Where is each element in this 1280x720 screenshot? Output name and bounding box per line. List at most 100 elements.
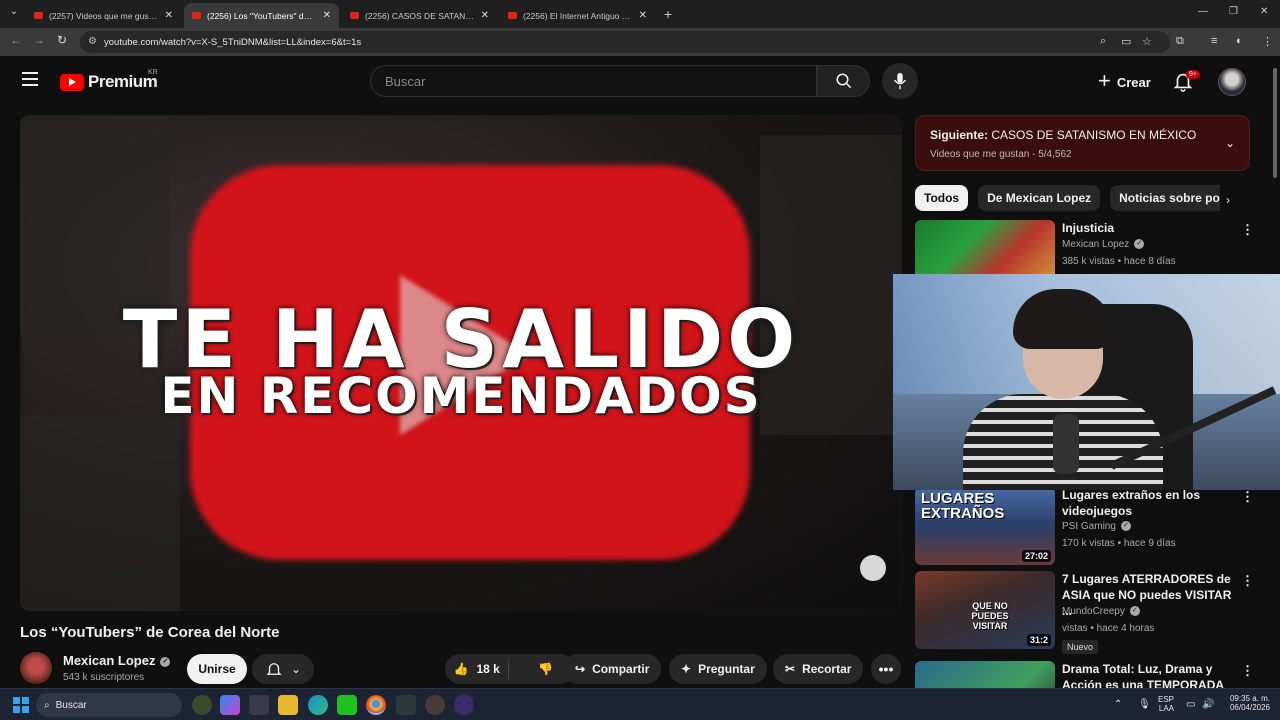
channel-avatar[interactable] <box>20 652 52 684</box>
youtube-premium-logo[interactable]: Premium <box>60 72 158 92</box>
taskbar-app-icon[interactable] <box>454 695 474 715</box>
close-icon[interactable]: ✕ <box>323 10 331 21</box>
reading-list-icon[interactable]: ≡ <box>1211 35 1217 47</box>
network-icon[interactable]: ▭ <box>1186 699 1195 710</box>
scrollbar-thumb[interactable] <box>1273 68 1277 178</box>
microphone-icon <box>894 72 906 90</box>
filter-chips: Todos De Mexican Lopez Noticias sobre po… <box>915 185 1220 211</box>
reload-icon[interactable]: ↻ <box>57 33 67 47</box>
verified-icon: ✓ <box>1120 521 1131 532</box>
webcam-microphone <box>1053 414 1079 474</box>
more-vertical-icon[interactable]: ⋮ <box>1241 663 1254 679</box>
taskbar-app-green-icon[interactable] <box>337 695 357 715</box>
chrome-icon[interactable] <box>366 695 386 715</box>
channel-name[interactable]: Mexican Lopez ✓ <box>63 653 171 668</box>
taskbar-search[interactable]: ⌕ Buscar <box>36 693 182 717</box>
ask-button[interactable]: ✦ Preguntar <box>669 654 767 684</box>
video-thumbnail[interactable] <box>915 661 1055 688</box>
edge-icon[interactable] <box>308 695 328 715</box>
video-player[interactable]: TE HA SALIDO EN RECOMENDADOS <box>20 115 902 611</box>
logo-text: Premium <box>88 72 158 91</box>
rec-title[interactable]: Injusticia <box>1062 220 1232 236</box>
profile-icon[interactable]: ◐ <box>1236 35 1243 47</box>
chip-noticias[interactable]: Noticias sobre política <box>1110 185 1220 211</box>
extensions-icon[interactable]: ⧉ <box>1176 35 1184 48</box>
minimize-icon[interactable]: — <box>1198 6 1208 17</box>
more-vertical-icon[interactable]: ⋮ <box>1241 489 1254 505</box>
bookmark-star-icon[interactable]: ☆ <box>1142 35 1152 48</box>
chevron-down-icon[interactable]: ⌄ <box>1225 136 1235 150</box>
search-icon: ⌕ <box>44 699 50 711</box>
clip-button[interactable]: ✂ Recortar <box>773 654 864 684</box>
join-button[interactable]: Unirse <box>187 654 247 684</box>
list-item[interactable]: Drama Total: Luz, Drama y Acción es una … <box>915 661 1255 688</box>
close-icon[interactable]: ✕ <box>639 10 647 21</box>
like-button[interactable]: 👍 18 k <box>445 659 510 679</box>
copilot-icon[interactable] <box>220 695 240 715</box>
volume-icon[interactable]: 🔊 <box>1202 699 1214 710</box>
new-tab-icon[interactable]: + <box>664 6 672 22</box>
clock[interactable]: 09:35 a. m. 06/04/2026 <box>1222 694 1270 712</box>
window-close-icon[interactable]: ✕ <box>1260 6 1268 17</box>
clip-label: Recortar <box>802 662 852 676</box>
tab-search-icon[interactable]: ⌄ <box>6 6 22 22</box>
rec-channel-text: Mexican Lopez <box>1062 239 1130 250</box>
search-button[interactable] <box>817 65 870 97</box>
video-thumbnail[interactable]: QUE NO PUEDES VISITAR 31:2 <box>915 571 1055 649</box>
zoom-icon[interactable]: ⌕ <box>1100 35 1106 48</box>
url-text: youtube.com/watch?v=X-S_5TniDNM&list=LL&… <box>104 36 362 48</box>
more-vertical-icon[interactable]: ⋮ <box>1241 573 1254 589</box>
account-avatar[interactable] <box>1218 68 1246 96</box>
create-button[interactable]: + Crear <box>1088 65 1161 99</box>
video-duration: 27:02 <box>1021 550 1051 562</box>
close-icon[interactable]: ✕ <box>165 10 173 21</box>
tab-youtubers-corea[interactable]: (2256) Los "YouTubers" de Corea ✕ <box>184 3 339 28</box>
address-bar[interactable]: ⚙ youtube.com/watch?v=X-S_5TniDNM&list=L… <box>80 31 1170 53</box>
subscription-bell-button[interactable]: ⌄ <box>252 654 314 684</box>
language-indicator[interactable]: ESP LAA <box>1158 695 1174 713</box>
menu-icon[interactable] <box>22 72 38 86</box>
restore-icon[interactable]: ❐ <box>1229 6 1238 17</box>
background-tile <box>20 415 180 611</box>
list-item[interactable]: QUE NO PUEDES VISITAR 31:2 7 Lugares ATE… <box>915 571 1255 651</box>
lang-line2: LAA <box>1158 704 1175 713</box>
video-thumbnail[interactable]: LUGARES EXTRAÑOS 27:02 <box>915 487 1055 565</box>
chevron-right-icon[interactable]: › <box>1226 193 1230 207</box>
rec-title[interactable]: Drama Total: Luz, Drama y Acción es una … <box>1062 661 1232 688</box>
playlist-panel[interactable]: Siguiente: CASOS DE SATANISMO EN MÉXICO … <box>915 115 1250 171</box>
plus-icon: + <box>1098 68 1111 93</box>
bell-icon <box>266 663 282 675</box>
store-icon[interactable] <box>249 695 269 715</box>
taskbar-app-icon[interactable] <box>192 695 212 715</box>
taskbar-search-text: Buscar <box>55 699 87 711</box>
taskbar-app-icon[interactable] <box>396 695 416 715</box>
windows-taskbar: ⌕ Buscar ⌃ 🎙 ESP LAA ▭ 🔊 09:35 a. m. 06/… <box>0 688 1280 720</box>
youtube-favicon-icon <box>192 12 201 19</box>
tab-casos-satanismo[interactable]: (2256) CASOS DE SATANISMO ✕ <box>342 3 497 28</box>
windows-start-icon[interactable] <box>13 697 29 713</box>
file-explorer-icon[interactable] <box>278 695 298 715</box>
search-input[interactable]: Buscar <box>370 65 817 97</box>
cast-icon[interactable]: ▭ <box>1121 35 1131 48</box>
site-info-icon[interactable]: ⚙ <box>88 36 97 47</box>
browser-menu-icon[interactable]: ⋮ <box>1262 35 1273 48</box>
chip-de-mexican-lopez[interactable]: De Mexican Lopez <box>978 185 1101 211</box>
tab-videos-gustan[interactable]: (2257) Videos que me gustan - ✕ <box>26 3 181 28</box>
list-item[interactable]: LUGARES EXTRAÑOS 27:02 Lugares extraños … <box>915 487 1255 567</box>
tab-internet-antiguo[interactable]: (2256) El Internet Antiguo era... ✕ <box>500 3 655 28</box>
tray-expand-icon[interactable]: ⌃ <box>1114 699 1122 710</box>
forward-icon[interactable]: → <box>33 33 45 47</box>
close-icon[interactable]: ✕ <box>481 10 489 21</box>
more-actions-button[interactable]: ••• <box>871 654 901 684</box>
more-vertical-icon[interactable]: ⋮ <box>1241 222 1254 238</box>
voice-search-button[interactable] <box>882 63 918 99</box>
chip-todos[interactable]: Todos <box>915 185 969 211</box>
rec-title[interactable]: Lugares extraños en los videojuegos <box>1062 487 1232 519</box>
back-icon[interactable]: ← <box>10 33 22 47</box>
taskbar-app-icon[interactable] <box>425 695 445 715</box>
share-button[interactable]: ↪ Compartir <box>563 654 662 684</box>
page-scrollbar[interactable] <box>1270 58 1280 688</box>
verified-icon: ✓ <box>1134 239 1145 250</box>
rec-channel: Mexican Lopez ✓ <box>1062 239 1145 250</box>
tray-mic-icon[interactable]: 🎙 <box>1138 699 1151 710</box>
